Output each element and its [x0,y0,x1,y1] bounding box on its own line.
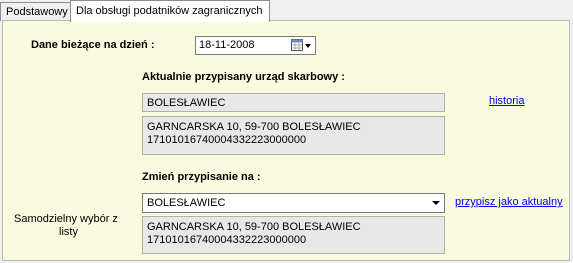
tab-podstawowy[interactable]: Podstawowy [0,2,74,21]
current-date-value: 18-11-2008 [199,39,255,51]
assigned-office-address: GARNCARSKA 10, 59-700 BOLESŁAWIEC [147,121,361,133]
manual-choice-label-line1: Samodzielny wybór z [14,213,118,225]
assigned-office-details-field: GARNCARSKA 10, 59-700 BOLESŁAWIEC 171010… [142,116,445,155]
assign-as-current-link[interactable]: przypisz jako aktualny [455,196,563,208]
chevron-down-icon[interactable] [432,201,440,205]
assigned-office-name-field: BOLESŁAWIEC [142,93,445,112]
office-select[interactable]: BOLESŁAWIEC [142,193,445,213]
current-date-label: Dane bieżące na dzień : [31,39,155,51]
new-office-account: 17101016740004332223000000 [147,234,307,246]
tab-strip: Podstawowy Dla obsługi podatników zagran… [0,0,573,22]
assigned-office-name: BOLESŁAWIEC [147,97,226,109]
calendar-icon[interactable] [291,39,313,52]
change-assignment-heading: Zmień przypisanie na : [142,171,261,183]
assigned-office-account: 17101016740004332223000000 [147,134,307,146]
tab-dla-obslugi-podatnikow-zagranicznych[interactable]: Dla obsługi podatników zagranicznych [70,0,270,22]
history-link[interactable]: historia [489,95,524,107]
assigned-office-heading: Aktualnie przypisany urząd skarbowy : [142,71,345,83]
tab-panel: Dane bieżące na dzień : 18-11-2008 Aktua… [2,20,570,261]
office-select-value: BOLESŁAWIEC [147,197,226,209]
manual-choice-label-line2: listy [59,226,78,238]
new-office-address: GARNCARSKA 10, 59-700 BOLESŁAWIEC [147,221,361,233]
current-date-picker[interactable]: 18-11-2008 [195,36,316,55]
new-office-details-field: GARNCARSKA 10, 59-700 BOLESŁAWIEC 171010… [142,216,445,254]
